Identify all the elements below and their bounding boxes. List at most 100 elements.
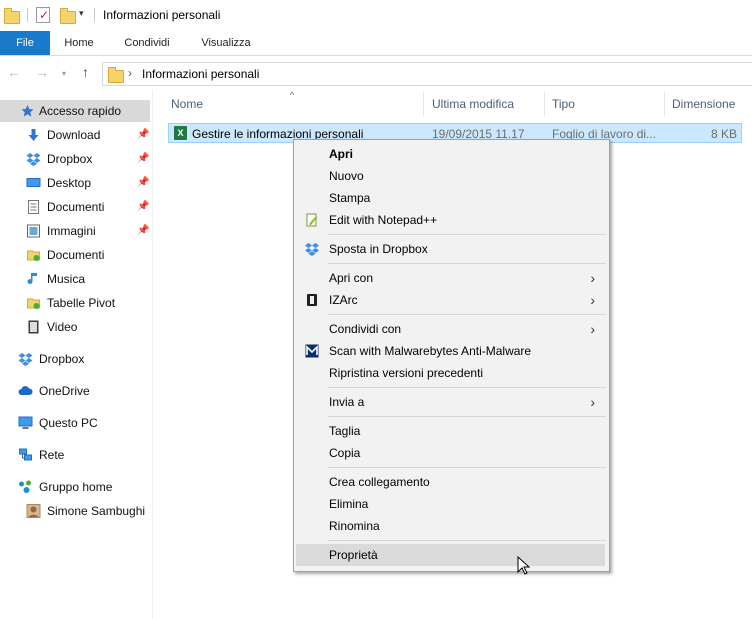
file-size: 8 KB	[710, 127, 737, 141]
new-folder-icon[interactable]	[60, 8, 76, 24]
sidebar-item-label: Gruppo home	[39, 480, 113, 494]
menu-item-open[interactable]: Apri	[296, 143, 605, 165]
sidebar-item-network[interactable]: Rete	[0, 444, 150, 466]
user-icon	[26, 504, 41, 518]
pin-icon[interactable]: 📌	[137, 220, 149, 242]
tab-view[interactable]: Visualizza	[192, 31, 260, 55]
window-title: Informazioni personali	[103, 8, 221, 22]
sidebar-item-label: Download	[47, 128, 101, 142]
menu-item-delete[interactable]: Elimina	[296, 493, 605, 515]
column-size[interactable]: Dimensione	[664, 90, 735, 116]
column-modified[interactable]: Ultima modifica	[424, 90, 514, 116]
sidebar-item-download[interactable]: Download 📌	[0, 124, 150, 146]
up-arrow-icon[interactable]: ↑	[82, 65, 89, 79]
excel-file-icon: X	[174, 126, 187, 140]
tab-home[interactable]: Home	[56, 31, 102, 55]
menu-separator	[328, 540, 606, 541]
menu-separator	[328, 416, 606, 417]
menu-item-properties[interactable]: Proprietà	[296, 544, 605, 566]
tab-file[interactable]: File	[0, 31, 50, 55]
mouse-cursor-icon	[517, 556, 531, 575]
navigation-bar: ← → ▾ ↑ › Informazioni personali	[0, 56, 752, 89]
pin-icon[interactable]: 📌	[137, 172, 149, 194]
tab-share[interactable]: Condividi	[114, 31, 180, 55]
izarc-icon	[307, 294, 317, 306]
network-icon	[19, 448, 32, 461]
folder-icon	[108, 67, 124, 83]
onedrive-icon	[18, 386, 33, 395]
menu-item-cut[interactable]: Taglia	[296, 420, 605, 442]
music-icon	[27, 273, 37, 284]
sidebar-item-label: Video	[47, 320, 78, 334]
sidebar-item-documents[interactable]: Documenti 📌	[0, 196, 150, 218]
sidebar-item-documents-2[interactable]: Documenti	[0, 244, 150, 266]
menu-item-scan-malwarebytes[interactable]: Scan with Malwarebytes Anti-Malware	[296, 340, 605, 362]
menu-item-label: Nuovo	[329, 169, 364, 183]
pin-icon[interactable]: 📌	[137, 124, 149, 146]
menu-item-rename[interactable]: Rinomina	[296, 515, 605, 537]
menu-item-copy[interactable]: Copia	[296, 442, 605, 464]
sidebar-item-label: OneDrive	[39, 384, 90, 398]
documents-sync-icon	[27, 250, 40, 261]
quick-access-dropdown-icon[interactable]: ▾	[79, 8, 84, 19]
sidebar-item-label: Documenti	[47, 248, 105, 262]
video-icon	[28, 320, 39, 334]
sidebar-item-desktop[interactable]: Desktop 📌	[0, 172, 150, 194]
sidebar-item-pivot-tables[interactable]: Tabelle Pivot	[0, 292, 150, 314]
sidebar-item-user[interactable]: Simone Sambughi	[0, 500, 150, 522]
column-type[interactable]: Tipo	[544, 90, 575, 116]
recent-locations-chevron-icon[interactable]: ▾	[62, 69, 66, 78]
sidebar-item-homegroup[interactable]: Gruppo home	[0, 476, 150, 498]
menu-item-print[interactable]: Stampa	[296, 187, 605, 209]
dropbox-icon	[305, 243, 319, 256]
menu-item-edit-notepadpp[interactable]: Edit with Notepad++	[296, 209, 605, 231]
pin-icon[interactable]: 📌	[137, 196, 149, 218]
menu-item-send-to[interactable]: Invia a ›	[296, 391, 605, 413]
menu-item-izarc[interactable]: IZArc ›	[296, 289, 605, 311]
star-icon	[21, 105, 34, 117]
forward-arrow-icon[interactable]: →	[35, 65, 49, 79]
sidebar-item-label: Desktop	[47, 176, 92, 190]
menu-item-label: Stampa	[329, 191, 371, 205]
menu-item-new[interactable]: Nuovo	[296, 165, 605, 187]
sidebar-item-quick-access[interactable]: Accesso rapido	[0, 100, 150, 122]
context-menu: Apri Nuovo Stampa Edit with Notepad++ Sp…	[293, 139, 610, 572]
sidebar-item-dropbox-root[interactable]: Dropbox	[0, 348, 150, 370]
breadcrumb[interactable]: Informazioni personali	[142, 67, 259, 81]
menu-item-label: Apri con	[329, 271, 374, 285]
sidebar-item-onedrive[interactable]: OneDrive	[0, 380, 150, 402]
sidebar-item-music[interactable]: Musica	[0, 268, 150, 290]
menu-separator	[328, 234, 606, 235]
sidebar-item-label: Immagini	[47, 224, 96, 238]
breadcrumb-chevron-icon[interactable]: ›	[128, 66, 132, 80]
pin-icon[interactable]: 📌	[137, 148, 149, 170]
back-arrow-icon[interactable]: ←	[7, 65, 21, 79]
pictures-icon	[27, 224, 40, 238]
address-bar[interactable]: › Informazioni personali	[102, 62, 752, 86]
menu-item-label: Proprietà	[329, 548, 378, 562]
menu-item-move-to-dropbox[interactable]: Sposta in Dropbox	[296, 238, 605, 260]
dropbox-icon	[18, 353, 33, 366]
homegroup-icon	[19, 480, 31, 493]
menu-item-label: Copia	[329, 446, 361, 460]
download-icon	[28, 129, 39, 141]
sidebar-item-this-pc[interactable]: Questo PC	[0, 412, 150, 434]
properties-icon[interactable]: ✓	[36, 7, 50, 23]
chevron-right-icon: ›	[590, 394, 595, 410]
sidebar-item-dropbox[interactable]: Dropbox 📌	[0, 148, 150, 170]
sidebar-item-pictures[interactable]: Immagini 📌	[0, 220, 150, 242]
sidebar-item-video[interactable]: Video	[0, 316, 150, 338]
divider	[94, 8, 95, 22]
menu-item-label: Invia a	[329, 395, 365, 409]
menu-item-create-shortcut[interactable]: Crea collegamento	[296, 471, 605, 493]
sort-ascending-icon: ^	[290, 90, 295, 100]
menu-separator	[328, 314, 606, 315]
menu-item-open-with[interactable]: Apri con ›	[296, 267, 605, 289]
column-name[interactable]: Nome	[163, 90, 203, 116]
menu-separator	[328, 467, 606, 468]
menu-item-restore-previous-versions[interactable]: Ripristina versioni precedenti	[296, 362, 605, 384]
notepadpp-icon	[306, 213, 318, 227]
chevron-right-icon: ›	[590, 292, 595, 308]
ribbon: File Home Condividi Visualizza	[0, 31, 752, 56]
menu-item-share-with[interactable]: Condividi con ›	[296, 318, 605, 340]
